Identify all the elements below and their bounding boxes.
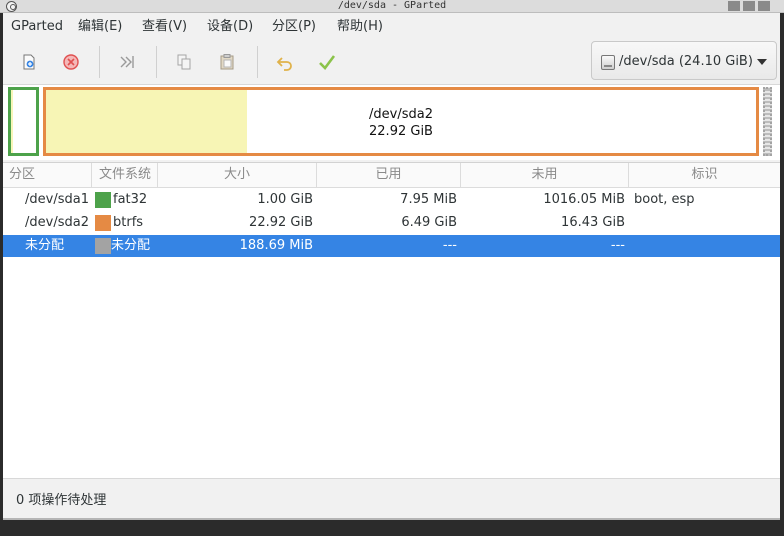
resize-move-button[interactable]: [112, 48, 142, 76]
menu-help[interactable]: 帮助(H): [333, 17, 387, 37]
copy-button[interactable]: [169, 48, 199, 76]
menu-gparted[interactable]: GParted: [7, 17, 67, 37]
partition-table: 分区 文件系统 大小 已用 未用 标识 /dev/sda1 fat32 1.00 G…: [3, 162, 780, 478]
cell-filesystem: 未分配: [111, 238, 151, 253]
cell-size: 1.00 GiB: [257, 192, 313, 207]
gparted-window: GParted 编辑(E) 查看(V) 设备(D) 分区(P) 帮助(H) /d…: [3, 13, 780, 518]
column-size[interactable]: 大小: [158, 163, 317, 188]
cell-unused: ---: [610, 238, 625, 253]
partition-block-text: /dev/sda2 22.92 GiB: [46, 106, 756, 140]
cell-flags: boot, esp: [634, 192, 695, 207]
apply-button[interactable]: [312, 48, 342, 76]
maximize-button[interactable]: [743, 1, 755, 11]
menu-view[interactable]: 查看(V): [138, 17, 191, 37]
partition-map: /dev/sda2 22.92 GiB: [3, 85, 780, 160]
partition-block-sda2[interactable]: /dev/sda2 22.92 GiB: [43, 87, 759, 156]
column-flags[interactable]: 标识: [629, 163, 780, 188]
device-selector[interactable]: /dev/sda (24.10 GiB): [591, 41, 777, 80]
device-label: /dev/sda (24.10 GiB): [619, 54, 753, 69]
status-bar: 0 项操作待处理: [3, 478, 780, 518]
cell-unused: 16.43 GiB: [561, 215, 625, 230]
filesystem-color-swatch: [95, 215, 111, 231]
cell-flags: [634, 212, 774, 234]
undo-icon: [276, 57, 292, 71]
used-space-fill: [11, 90, 13, 153]
paste-button[interactable]: [212, 48, 242, 76]
partition-block-sda1[interactable]: [8, 87, 39, 156]
cell-flags: [634, 235, 774, 257]
toolbar: /dev/sda (24.10 GiB): [3, 40, 780, 85]
paste-icon: [220, 54, 234, 70]
table-row[interactable]: /dev/sda1 fat32 1.00 GiB 7.95 MiB 1016.05 Mi…: [3, 189, 780, 211]
column-unused[interactable]: 未用: [461, 163, 629, 188]
toolbar-separator: [156, 46, 157, 78]
undo-button[interactable]: [270, 48, 300, 76]
delete-partition-button[interactable]: [56, 48, 86, 76]
apply-icon: [319, 55, 336, 70]
cell-partition: /dev/sda1: [25, 192, 89, 207]
minimize-button[interactable]: [728, 1, 740, 11]
title-bar: /dev/sda - GParted: [0, 0, 784, 13]
cell-used: 7.95 MiB: [400, 192, 457, 207]
disk-icon: [601, 55, 615, 70]
chevron-down-icon: [757, 59, 767, 65]
table-header: 分区 文件系统 大小 已用 未用 标识: [3, 163, 780, 188]
copy-icon: [177, 54, 191, 70]
delete-icon: [63, 54, 79, 70]
cell-filesystem: btrfs: [113, 215, 144, 230]
cell-unused: 1016.05 MiB: [543, 192, 625, 207]
cell-size: 22.92 GiB: [249, 215, 313, 230]
unallocated-block[interactable]: [763, 87, 772, 156]
menu-edit[interactable]: 编辑(E): [74, 17, 126, 37]
new-partition-icon: [23, 54, 35, 70]
pending-operations-status: 0 项操作待处理: [16, 493, 107, 508]
close-button[interactable]: [758, 1, 770, 11]
window-title: /dev/sda - GParted: [337, 0, 447, 11]
cell-partition: 未分配: [25, 238, 65, 253]
menu-device[interactable]: 设备(D): [203, 17, 257, 37]
cell-used: 6.49 GiB: [401, 215, 457, 230]
partition-block-size: 22.92 GiB: [369, 124, 433, 139]
partition-block-name: /dev/sda2: [369, 107, 433, 122]
filesystem-color-swatch: [95, 192, 111, 208]
column-used[interactable]: 已用: [317, 163, 461, 188]
menu-partition[interactable]: 分区(P): [268, 17, 320, 37]
resize-move-icon: [120, 56, 134, 68]
table-row[interactable]: /dev/sda2 btrfs 22.92 GiB 6.49 GiB 16.43 GiB: [3, 212, 780, 234]
window-frame-edge: [3, 518, 780, 520]
cell-partition: /dev/sda2: [25, 215, 89, 230]
column-partition[interactable]: 分区: [3, 163, 92, 188]
cell-size: 188.69 MiB: [239, 238, 313, 253]
cell-filesystem: fat32: [113, 192, 148, 207]
filesystem-color-swatch: [95, 238, 111, 254]
column-filesystem[interactable]: 文件系统: [92, 163, 158, 188]
toolbar-separator: [257, 46, 258, 78]
menu-bar: GParted 编辑(E) 查看(V) 设备(D) 分区(P) 帮助(H): [3, 13, 780, 40]
table-row[interactable]: 未分配 未分配 188.69 MiB --- ---: [3, 235, 780, 257]
new-partition-button[interactable]: [14, 48, 44, 76]
toolbar-separator: [99, 46, 100, 78]
cell-used: ---: [442, 238, 457, 253]
desktop-background: [0, 518, 784, 536]
